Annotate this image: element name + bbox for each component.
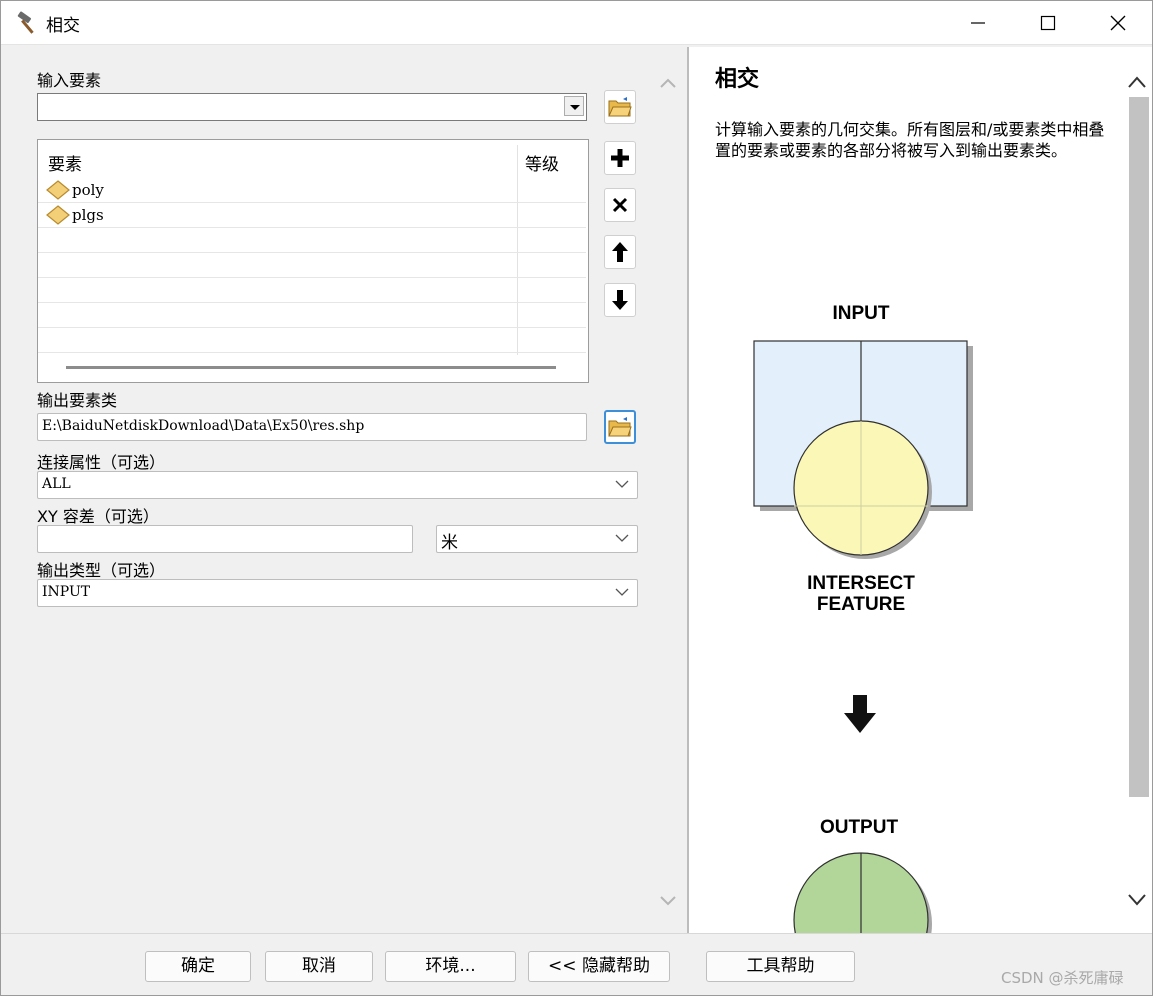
- chevron-down-icon: [615, 480, 629, 488]
- output-path-field[interactable]: E:\BaiduNetdiskDownload\Data\Ex50\res.sh…: [37, 413, 587, 441]
- feature-class-icon: [46, 180, 70, 200]
- chevron-down-icon: [615, 588, 629, 596]
- cancel-button[interactable]: 取消: [265, 951, 373, 982]
- table-row-empty: [38, 228, 586, 253]
- title-bar: 相交: [1, 1, 1152, 45]
- output-diagram: [793, 852, 932, 933]
- table-row[interactable]: plgs: [38, 203, 586, 228]
- output-type-select[interactable]: INPUT: [37, 579, 638, 607]
- arrow-up-icon: [612, 242, 628, 262]
- scroll-down-icon[interactable]: [1127, 893, 1147, 907]
- remove-icon: [612, 197, 628, 213]
- add-icon: [611, 149, 629, 167]
- arrow-down-icon: [612, 290, 628, 310]
- scroll-up-icon[interactable]: [1127, 75, 1147, 89]
- ok-button[interactable]: 确定: [145, 951, 251, 982]
- xy-tolerance-input[interactable]: [37, 525, 413, 553]
- close-button[interactable]: [1083, 1, 1153, 45]
- browse-input-button[interactable]: [604, 90, 636, 124]
- window-title: 相交: [46, 16, 80, 36]
- chevron-down-icon[interactable]: [564, 96, 584, 116]
- diagram-intersect-label-1: INTERSECT: [807, 573, 915, 594]
- arrow-down-icon: [844, 695, 876, 733]
- help-description: 计算输入要素的几何交集。所有图层和/或要素类中相叠置的要素或要素的各部分将被写入…: [715, 120, 1105, 160]
- hammer-icon: [17, 11, 34, 34]
- browse-output-button[interactable]: [604, 410, 636, 444]
- scroll-up-icon[interactable]: [659, 77, 677, 89]
- output-label: 输出要素类: [37, 391, 118, 410]
- intersect-diagram: [753, 340, 973, 559]
- watermark: CSDN @杀死庸碌: [1001, 969, 1124, 987]
- xy-unit-select[interactable]: 米: [436, 525, 638, 553]
- scroll-down-icon[interactable]: [659, 895, 677, 907]
- diagram-output-label: OUTPUT: [819, 817, 899, 838]
- table-row-empty: [38, 303, 586, 328]
- table-row-empty: [38, 253, 586, 278]
- minimize-icon: [971, 22, 985, 24]
- tool-dialog: 相交 输入要素 要素 等级 poly plgs 输出要素类 E:\BaiduNe…: [0, 0, 1153, 996]
- input-features-table[interactable]: 要素 等级 poly plgs: [37, 139, 589, 383]
- help-title: 相交: [715, 67, 760, 92]
- maximize-button[interactable]: [1013, 1, 1083, 45]
- column-header-feature: 要素: [48, 155, 82, 175]
- output-type-value: INPUT: [42, 584, 91, 600]
- output-type-label: 输出类型（可选）: [37, 561, 166, 580]
- diagram-input-label: INPUT: [832, 303, 890, 324]
- feature-class-icon: [46, 205, 70, 225]
- feature-name: poly: [72, 181, 104, 199]
- table-row-empty: [38, 328, 586, 353]
- help-scrollbar-thumb[interactable]: [1129, 97, 1149, 797]
- feature-name: plgs: [72, 206, 104, 224]
- move-up-button[interactable]: [604, 235, 636, 269]
- table-row-empty: [38, 278, 586, 303]
- maximize-icon: [1040, 15, 1056, 31]
- add-row-button[interactable]: [604, 141, 636, 175]
- folder-open-icon: [608, 417, 632, 437]
- move-down-button[interactable]: [604, 283, 636, 317]
- xy-unit-value: 米: [441, 533, 458, 553]
- xy-tolerance-label: XY 容差（可选）: [37, 507, 159, 526]
- join-attributes-value: ALL: [42, 476, 71, 492]
- join-attributes-label: 连接属性（可选）: [37, 453, 166, 472]
- remove-row-button[interactable]: [604, 188, 636, 222]
- parameters-panel: 输入要素 要素 等级 poly plgs 输出要素类 E:\BaiduNetdi…: [7, 47, 683, 931]
- close-icon: [1110, 15, 1126, 31]
- input-features-label: 输入要素: [37, 71, 102, 90]
- output-path-value: E:\BaiduNetdiskDownload\Data\Ex50\res.sh…: [42, 418, 365, 434]
- environment-button[interactable]: 环境...: [385, 951, 516, 982]
- join-attributes-select[interactable]: ALL: [37, 471, 638, 499]
- help-panel: 相交 计算输入要素的几何交集。所有图层和/或要素类中相叠置的要素或要素的各部分将…: [687, 47, 1152, 933]
- table-row[interactable]: poly: [38, 178, 586, 203]
- button-bar: 确定 取消 环境... << 隐藏帮助 工具帮助 CSDN @杀死庸碌: [1, 933, 1152, 995]
- column-header-rank: 等级: [525, 155, 559, 175]
- hide-help-button[interactable]: << 隐藏帮助: [528, 951, 670, 982]
- diagram-intersect-label-2: FEATURE: [816, 594, 906, 615]
- horizontal-scrollbar[interactable]: [66, 366, 556, 369]
- minimize-button[interactable]: [943, 1, 1013, 45]
- input-features-combo[interactable]: [37, 93, 587, 121]
- tool-help-button[interactable]: 工具帮助: [706, 951, 855, 982]
- chevron-down-icon: [615, 534, 629, 542]
- folder-open-icon: [608, 97, 632, 117]
